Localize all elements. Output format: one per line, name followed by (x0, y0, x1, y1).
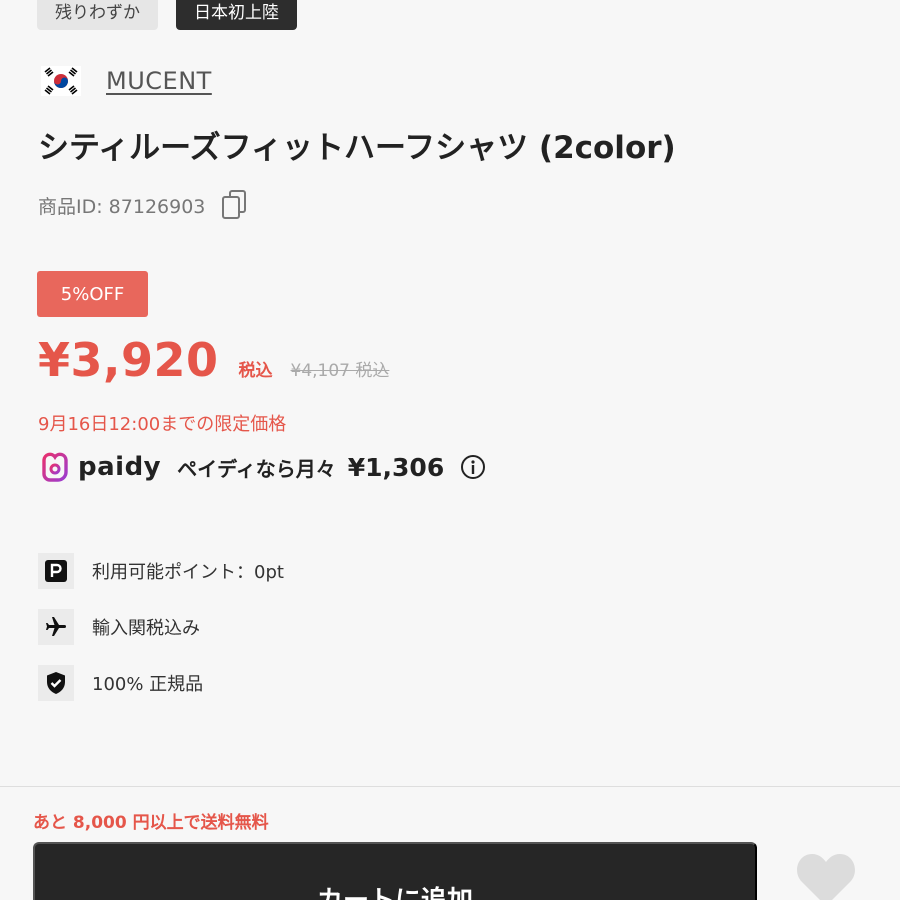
feature-points: 利用可能ポイント：0pt (38, 553, 284, 589)
discount-badge: 5%OFF (37, 271, 148, 317)
airplane-icon (38, 609, 74, 645)
product-detail-page: 残りわずか 日本初上陸 MUCENT シティルーズフィットハーフシャツ (2co… (0, 0, 900, 900)
tax-label: 税込 (238, 361, 273, 381)
korea-flag-icon (40, 64, 82, 98)
feature-list: 利用可能ポイント：0pt 輸入関税込み 100% 正規品 (38, 553, 284, 721)
paidy-monthly-amount: ¥1,306 (347, 452, 445, 482)
points-icon (38, 553, 74, 589)
low-stock-tag: 残りわずか (37, 0, 158, 30)
paidy-row: paidy ペイディなら月々 ¥1,306 (38, 450, 486, 484)
paidy-mark-icon (42, 452, 68, 482)
divider (0, 786, 900, 787)
feature-label: 輸入関税込み (92, 618, 200, 639)
free-shipping-note: あと 8,000 円以上で送料無料 (33, 813, 269, 833)
limited-price-text: 9月16日12:00までの限定価格 (38, 414, 287, 435)
original-price: ¥4,107 税込 (290, 361, 390, 381)
japan-debut-tag: 日本初上陸 (176, 0, 297, 30)
product-title: シティルーズフィットハーフシャツ (2color) (38, 130, 676, 166)
add-to-cart-button[interactable]: カートに追加 (33, 842, 757, 900)
brand-link[interactable]: MUCENT (106, 67, 212, 95)
heart-icon[interactable] (794, 852, 858, 900)
current-price: ¥3,920 (38, 333, 219, 387)
product-id-row: 商品ID: 87126903 (38, 189, 249, 221)
feature-label: 100% 正規品 (92, 674, 204, 695)
shield-check-icon (38, 665, 74, 701)
feature-authentic: 100% 正規品 (38, 665, 284, 701)
paidy-logo: paidy (38, 450, 161, 484)
paidy-monthly-text: ペイディなら月々 (177, 456, 336, 481)
feature-label: 利用可能ポイント：0pt (92, 562, 284, 583)
copy-icon[interactable] (221, 189, 249, 221)
brand-row: MUCENT (40, 64, 212, 98)
price-row: ¥3,920 税込 ¥4,107 税込 (38, 333, 389, 387)
feature-duty: 輸入関税込み (38, 609, 284, 645)
paidy-logo-text: paidy (78, 452, 162, 482)
info-icon[interactable] (460, 454, 486, 480)
product-id: 商品ID: 87126903 (38, 195, 206, 218)
product-tags: 残りわずか 日本初上陸 (37, 0, 297, 30)
